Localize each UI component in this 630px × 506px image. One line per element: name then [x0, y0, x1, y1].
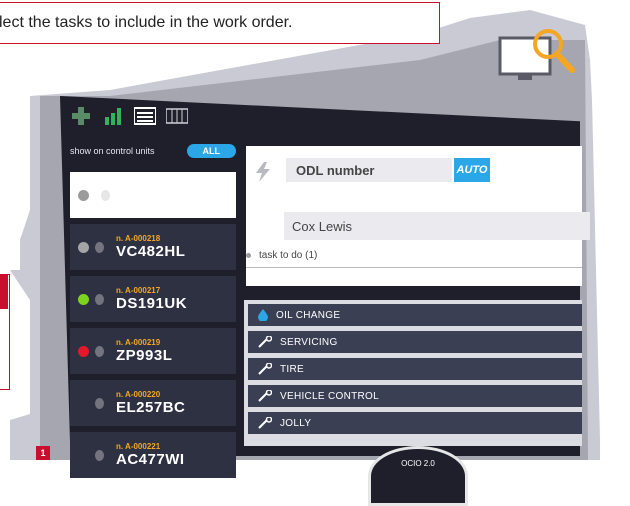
all-toggle[interactable]: ALL — [186, 144, 236, 158]
task-item[interactable]: JOLLY — [248, 412, 582, 434]
unit-row[interactable]: n. A-000221 AC477WI — [70, 432, 236, 478]
ghost-dot — [95, 241, 104, 253]
divider — [246, 267, 582, 268]
status-dot — [78, 345, 89, 357]
task-list: OIL CHANGE SERVICING TIRE VEHICLE CONTRO… — [244, 300, 582, 446]
task-to-do-text: task to do (1) — [259, 250, 318, 261]
ghost-dot — [95, 293, 104, 305]
instruction-callout: lect the tasks to include in the work or… — [0, 2, 440, 44]
odl-placeholder: ODL number — [296, 162, 375, 178]
unit-plate: EL257BC — [116, 399, 186, 416]
assignee-field[interactable]: Cox Lewis — [284, 212, 590, 240]
task-label: SERVICING — [280, 336, 338, 348]
assignee-name: Cox Lewis — [292, 218, 352, 234]
droplet-icon — [258, 309, 268, 321]
status-dot — [78, 450, 89, 461]
gauge: OCIO 2.0 — [368, 446, 468, 506]
wrench-icon — [258, 336, 272, 348]
bolt-icon — [256, 162, 270, 182]
unit-plate: VC482HL — [116, 243, 186, 260]
list-icon[interactable] — [134, 105, 156, 127]
wrench-icon — [258, 417, 272, 429]
task-item[interactable]: VEHICLE CONTROL — [248, 385, 582, 407]
unit-filter-row[interactable] — [70, 172, 236, 218]
status-dot — [78, 241, 89, 253]
task-label: VEHICLE CONTROL — [280, 390, 379, 402]
task-label: JOLLY — [280, 417, 312, 429]
unit-row[interactable]: n. A-000219 ZP993L — [70, 328, 236, 374]
unit-number: n. A-000219 — [116, 338, 161, 347]
bar-chart-icon[interactable] — [102, 105, 124, 127]
unit-number: n. A-000217 — [116, 286, 161, 295]
status-dot — [78, 189, 89, 201]
units-list: n. A-000218 VC482HL n. A-000217 DS191UK … — [70, 172, 236, 478]
bullet-icon — [246, 253, 251, 258]
ghost-dot — [101, 189, 110, 201]
unit-plate: ZP993L — [116, 347, 173, 364]
task-label: TIRE — [280, 363, 304, 375]
task-item[interactable]: SERVICING — [248, 331, 582, 353]
ghost-dot — [95, 449, 104, 461]
notification-badge: 1 — [36, 446, 50, 460]
task-label: OIL CHANGE — [276, 309, 341, 321]
unit-number: n. A-000218 — [116, 234, 161, 243]
task-item[interactable]: TIRE — [248, 358, 582, 380]
unit-plate: AC477WI — [116, 451, 185, 468]
gauge-label: OCIO 2.0 — [401, 459, 435, 468]
ghost-dot — [95, 345, 104, 357]
task-to-do-label: task to do (1) — [246, 250, 317, 261]
auto-button[interactable]: AUTO — [454, 158, 490, 182]
status-dot — [78, 398, 89, 409]
unit-row[interactable]: n. A-000218 VC482HL — [70, 224, 236, 270]
odl-row: ODL number AUTO — [256, 158, 490, 182]
unit-number: n. A-000221 — [116, 442, 161, 451]
work-order-panel: ODL number AUTO Cox Lewis task to do (1) — [246, 146, 590, 286]
status-dot — [78, 293, 89, 305]
unit-row[interactable]: n. A-000220 EL257BC — [70, 380, 236, 426]
ghost-dot — [95, 397, 104, 409]
unit-plate: DS191UK — [116, 295, 188, 312]
computer-search-icon — [498, 29, 575, 80]
task-item[interactable]: OIL CHANGE — [248, 304, 582, 326]
wrench-icon — [258, 363, 272, 375]
control-units-filter: show on control units ALL — [70, 144, 236, 158]
odl-number-field[interactable]: ODL number — [286, 158, 452, 182]
wrench-icon — [258, 390, 272, 402]
filter-label: show on control units — [70, 146, 155, 156]
plus-icon[interactable] — [70, 105, 92, 127]
grid-icon[interactable] — [166, 105, 188, 127]
side-callout — [0, 274, 10, 390]
unit-number: n. A-000220 — [116, 390, 161, 399]
instruction-text: lect the tasks to include in the work or… — [0, 14, 293, 31]
unit-row[interactable]: n. A-000217 DS191UK — [70, 276, 236, 322]
toolbar — [70, 100, 188, 132]
